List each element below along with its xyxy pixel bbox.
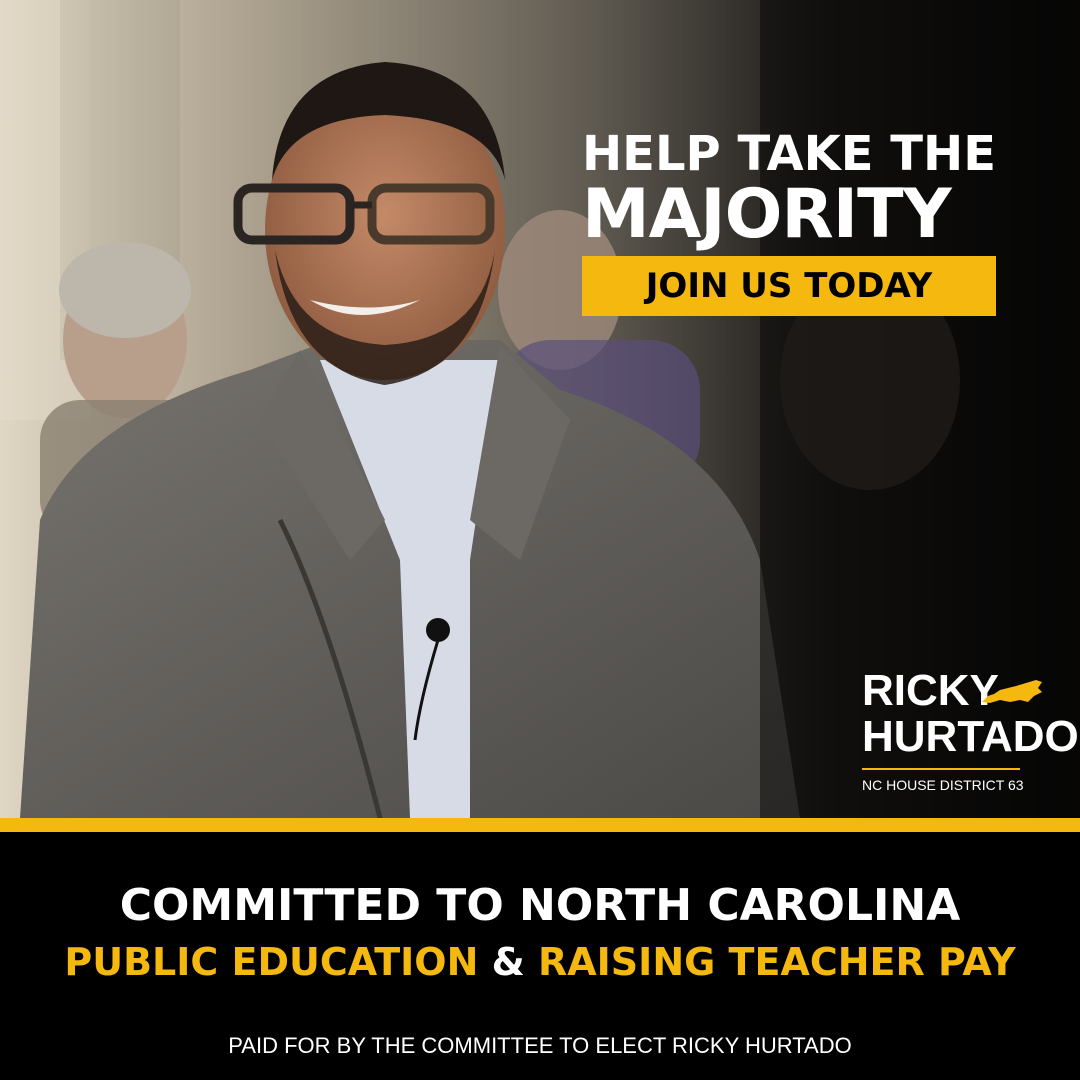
logo-district: NC HOUSE DISTRICT 63 (862, 777, 1024, 793)
north-carolina-state-icon (982, 680, 1042, 703)
headline-line-1: HELP TAKE THE (582, 126, 996, 182)
message-ampersand: & (491, 940, 525, 984)
gold-divider-band (0, 818, 1080, 832)
join-us-today-button[interactable]: JOIN US TODAY (582, 256, 996, 316)
message-panel: COMMITTED TO NORTH CAROLINA PUBLIC EDUCA… (0, 832, 1080, 1080)
headline: HELP TAKE THE MAJORITY (582, 128, 1022, 250)
message-public-education: PUBLIC EDUCATION (64, 940, 479, 984)
logo-divider (862, 768, 1020, 770)
headline-line-2: MAJORITY (582, 175, 952, 254)
campaign-ad: HELP TAKE THE MAJORITY JOIN US TODAY RIC… (0, 0, 1080, 1080)
message-line-2: PUBLIC EDUCATION & RAISING TEACHER PAY (0, 936, 1080, 988)
message-line-1: COMMITTED TO NORTH CAROLINA (119, 880, 961, 931)
message-teacher-pay: RAISING TEACHER PAY (538, 940, 1016, 984)
paid-for-disclaimer: PAID FOR BY THE COMMITTEE TO ELECT RICKY… (228, 1033, 852, 1058)
lapel-mic (426, 618, 450, 642)
candidate-logo: RICKY HURTADO NC HOUSE DISTRICT 63 (862, 668, 1079, 794)
logo-last-name: HURTADO (862, 712, 1079, 761)
